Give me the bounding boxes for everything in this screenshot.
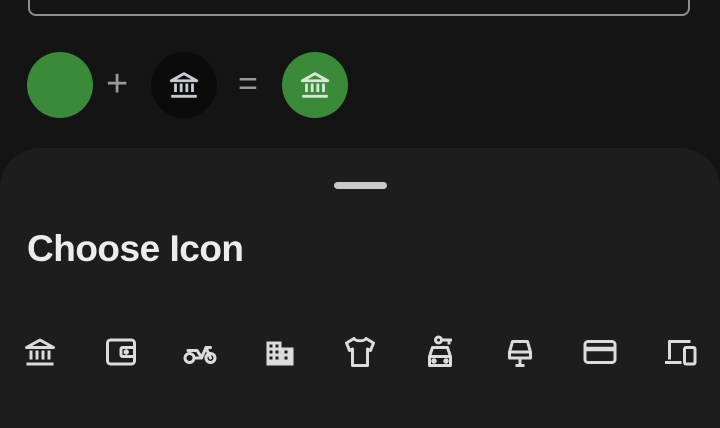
icon-preview-row: + =: [0, 0, 720, 150]
icon-option-bank[interactable]: [20, 332, 60, 372]
icon-option-tshirt[interactable]: [340, 332, 380, 372]
wallet-icon: [106, 338, 136, 366]
parking-icon: [508, 340, 532, 367]
car-key-icon: [428, 335, 452, 367]
icon-option-parking[interactable]: [500, 332, 540, 372]
icon-option-buildings[interactable]: [260, 332, 300, 372]
choose-icon-bottom-sheet: Choose Icon: [0, 148, 720, 428]
icon-option-credit-card[interactable]: [580, 332, 620, 372]
buildings-icon: [266, 341, 294, 366]
selected-icon-preview[interactable]: [151, 52, 217, 118]
result-icon-preview: [282, 52, 348, 118]
bank-icon: [169, 72, 199, 98]
equals-symbol: =: [238, 65, 258, 103]
drag-handle[interactable]: [334, 182, 387, 189]
bank-icon: [25, 338, 55, 366]
devices-icon: [665, 340, 697, 366]
scooter-icon: [183, 346, 217, 364]
plus-symbol: +: [106, 63, 129, 105]
bank-icon: [300, 72, 330, 98]
tshirt-icon: [345, 337, 375, 367]
sheet-title: Choose Icon: [27, 228, 244, 269]
icon-option-car-key[interactable]: [420, 332, 460, 372]
credit-card-icon: [583, 340, 617, 364]
icon-option-scooter[interactable]: [180, 332, 220, 372]
icon-option-wallet[interactable]: [101, 332, 141, 372]
icon-option-devices[interactable]: [660, 332, 700, 372]
color-swatch[interactable]: [27, 52, 93, 118]
